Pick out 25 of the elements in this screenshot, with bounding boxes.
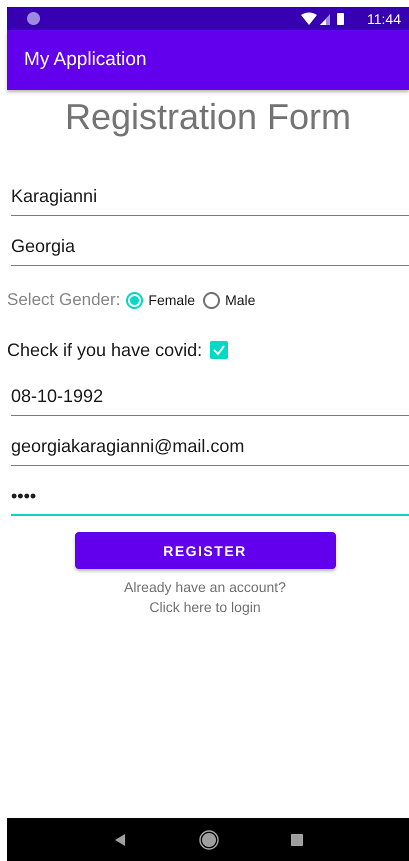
- checkbox[interactable]: [210, 341, 228, 359]
- app-title: My Application: [24, 49, 147, 71]
- radio-icon[interactable]: [126, 292, 144, 308]
- wifi-icon: [301, 12, 317, 24]
- input-field[interactable]: ••••: [11, 478, 409, 516]
- radio-icon[interactable]: [203, 292, 220, 308]
- gender-label: Select Gender:: [7, 290, 120, 310]
- home-icon[interactable]: [199, 830, 219, 850]
- input-field[interactable]: 08-10-1992: [11, 378, 409, 416]
- clock: 11:44: [367, 10, 401, 26]
- login-link[interactable]: Click here to login: [149, 597, 261, 617]
- input-field[interactable]: Georgia: [11, 228, 409, 266]
- login-prompt: Already have an account?: [124, 578, 286, 597]
- battery-icon: [337, 12, 344, 24]
- register-button[interactable]: REGISTER: [74, 532, 336, 569]
- recents-icon[interactable]: [291, 834, 303, 846]
- back-icon[interactable]: [113, 832, 127, 846]
- input-field[interactable]: Karagianni: [11, 178, 409, 216]
- input-field[interactable]: georgiakaragianni@mail.com: [11, 428, 409, 466]
- notification-dot-icon: [27, 12, 40, 25]
- signal-icon: [320, 14, 330, 24]
- form-heading: Registration Form: [64, 96, 352, 138]
- radio-option[interactable]: Male: [201, 292, 258, 308]
- covid-label: Check if you have covid:: [7, 340, 202, 360]
- radio-option[interactable]: Female: [124, 292, 198, 308]
